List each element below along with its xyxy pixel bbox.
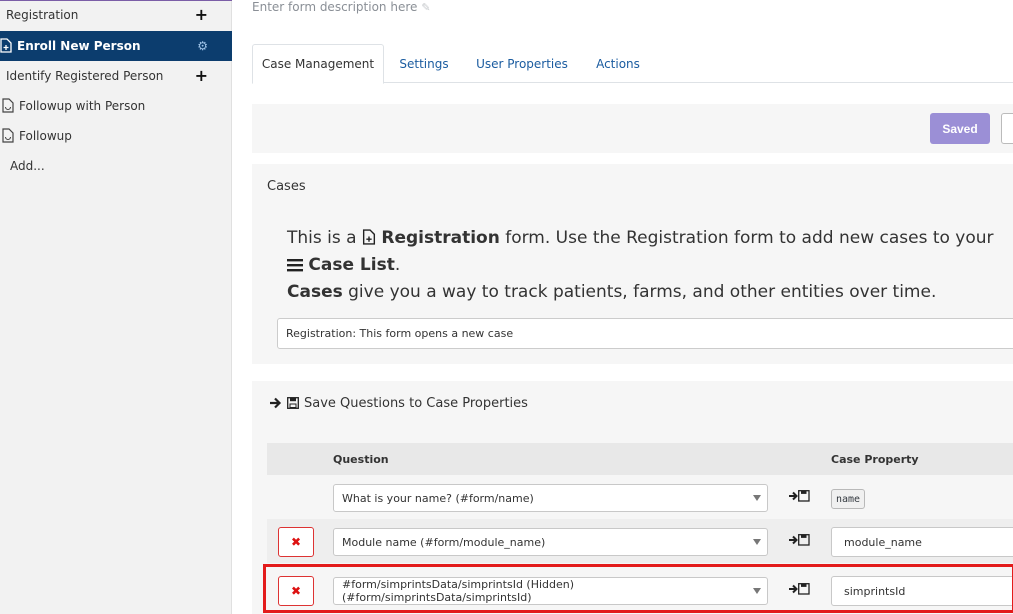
highlight-box <box>263 564 1013 613</box>
sidebar-item-followup-with-person[interactable]: Followup with Person <box>0 91 232 121</box>
arrow-right-icon <box>269 397 282 409</box>
cases-panel-header: Cases <box>252 164 1013 208</box>
save-toolbar: Saved <box>252 104 1013 153</box>
sidebar-item-label: Enroll New Person <box>17 39 141 53</box>
sidebar-item-enroll-new-person[interactable]: Enroll New Person ⚙ <box>0 31 232 61</box>
sidebar-item-add[interactable]: Add... <box>0 151 232 181</box>
cases-panel-body: This is a Registration form. Use the Reg… <box>252 208 1013 364</box>
saved-button[interactable]: Saved <box>930 113 990 144</box>
table-row: ✖ Module name (#form/module_name) module… <box>267 519 1013 563</box>
column-header-question: Question <box>333 453 389 466</box>
file-plus-icon <box>0 38 14 54</box>
delete-row-button[interactable]: ✖ <box>278 527 314 557</box>
list-icon <box>287 255 303 280</box>
sidebar-item-label: Add... <box>10 159 45 173</box>
gear-icon[interactable]: ⚙ <box>197 39 208 53</box>
caret-down-icon <box>753 539 761 545</box>
form-sidebar: Registration + Enroll New Person ⚙ Ident… <box>0 0 232 614</box>
floppy-disk-icon <box>287 397 299 409</box>
case-property-input[interactable]: module_name <box>831 527 1013 557</box>
plus-icon[interactable]: + <box>195 7 208 23</box>
sidebar-item-label: Registration <box>6 8 79 22</box>
sidebar-item-label: Followup <box>19 129 72 143</box>
column-header-case-property: Case Property <box>831 453 919 466</box>
main-content: Enter form description here ✎ Case Manage… <box>232 0 1013 614</box>
caret-down-icon <box>753 495 761 501</box>
properties-table-header: Question Case Property <box>267 443 1013 475</box>
tab-settings[interactable]: Settings <box>392 44 456 83</box>
sidebar-item-label: Identify Registered Person <box>6 69 164 83</box>
sidebar-item-identify-registered-person[interactable]: Identify Registered Person + <box>0 61 232 91</box>
plus-icon[interactable]: + <box>195 68 208 84</box>
file-icon <box>2 128 16 144</box>
sidebar-item-followup[interactable]: Followup <box>0 121 232 151</box>
registration-intro-text: This is a Registration form. Use the Reg… <box>287 228 994 302</box>
tab-actions[interactable]: Actions <box>588 44 648 83</box>
case-property-badge: name <box>831 489 866 509</box>
tab-case-management[interactable]: Case Management <box>252 44 384 84</box>
form-type-select[interactable]: Registration: This form opens a new case <box>277 318 1013 349</box>
arrow-save-icon <box>788 533 810 547</box>
pencil-icon[interactable]: ✎ <box>421 1 430 14</box>
arrow-save-icon <box>788 489 810 503</box>
tab-bar: Case Management Settings User Properties… <box>252 44 1013 84</box>
question-select[interactable]: Module name (#form/module_name) <box>333 528 768 556</box>
toolbar-secondary-button[interactable] <box>1001 113 1013 144</box>
file-plus-icon <box>362 228 376 253</box>
case-properties-panel-header[interactable]: Save Questions to Case Properties <box>252 381 1013 425</box>
file-icon <box>2 98 16 114</box>
table-row: What is your name? (#form/name) name <box>267 475 1013 519</box>
question-select[interactable]: What is your name? (#form/name) <box>333 484 768 512</box>
form-description[interactable]: Enter form description here ✎ <box>252 0 431 14</box>
sidebar-item-label: Followup with Person <box>19 99 146 113</box>
tab-user-properties[interactable]: User Properties <box>470 44 574 83</box>
sidebar-item-registration[interactable]: Registration + <box>0 0 232 30</box>
